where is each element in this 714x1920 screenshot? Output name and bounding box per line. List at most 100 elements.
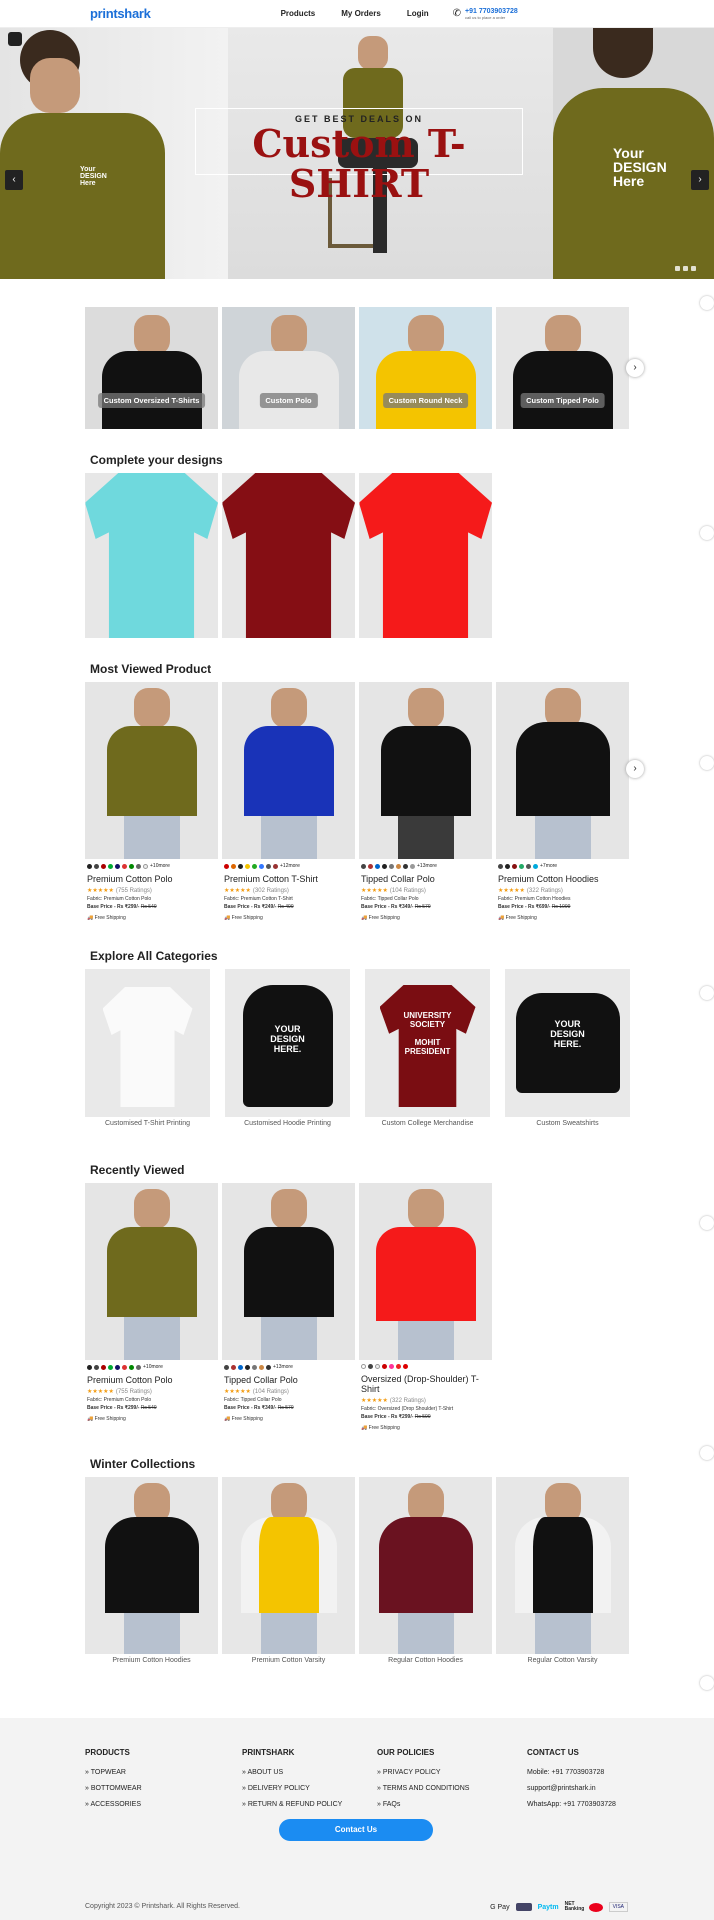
nav-links: Products My Orders Login: [281, 9, 429, 18]
hero-prev-button[interactable]: ‹: [5, 170, 23, 190]
complete-section: Complete your designs: [0, 453, 714, 638]
winter-card[interactable]: Premium Cotton Hoodies: [85, 1477, 218, 1664]
color-swatches[interactable]: +10more: [87, 1364, 216, 1370]
section-title: Explore All Categories: [90, 949, 218, 963]
footer-link[interactable]: » RETURN & REFUND POLICY: [242, 1801, 342, 1808]
category-card[interactable]: Custom Polo: [222, 307, 355, 429]
product-card[interactable]: +7more Premium Cotton Hoodies ★★★★★ (322 …: [496, 682, 629, 921]
mastercard-icon: [588, 1902, 603, 1912]
products-next-button[interactable]: ›: [626, 760, 644, 778]
footer-products: PRODUCTS » TOPWEAR » BOTTOMWEAR » ACCESS…: [85, 1748, 142, 1808]
color-swatches[interactable]: +10more: [87, 863, 216, 869]
product-card[interactable]: +13more Tipped Collar Polo ★★★★★ (104 Rat…: [222, 1183, 355, 1431]
footer-contact-item[interactable]: WhatsApp: +91 7703903728: [527, 1801, 616, 1808]
hero-toggle-icon[interactable]: [8, 32, 22, 46]
product-card[interactable]: +10more Premium Cotton Polo ★★★★★ (755 Ra…: [85, 1183, 218, 1431]
fabric: Fabric: Tipped Collar Polo: [224, 1397, 282, 1403]
hero-banner: Your DESIGN Here Your DESIGN Here GET BEST D…: [0, 28, 714, 279]
color-swatches[interactable]: +13more: [224, 1364, 353, 1370]
product-card[interactable]: +12more Premium Cotton T-Shirt ★★★★★ (302…: [222, 682, 355, 921]
explore-label: Customised T-Shirt Printing: [104, 1120, 191, 1127]
price: Base Price - Rs ₹299/- Rs 549: [87, 904, 157, 910]
product-image: [85, 682, 218, 859]
recent-section: Recently Viewed +10more Premium Cotton P…: [0, 1163, 714, 1431]
winter-card[interactable]: Premium Cotton Varsity: [222, 1477, 355, 1664]
color-swatches[interactable]: +13more: [361, 863, 490, 869]
explore-card[interactable]: YOUR DESIGN HERE. Custom Sweatshirts: [505, 969, 630, 1127]
product-image: [222, 682, 355, 859]
winter-label: Regular Cotton Varsity: [527, 1657, 598, 1664]
product-name[interactable]: Premium Cotton T-Shirt: [224, 874, 353, 884]
product-card[interactable]: +13more Tipped Collar Polo ★★★★★ (104 Rat…: [359, 682, 492, 921]
winter-card[interactable]: Regular Cotton Hoodies: [359, 1477, 492, 1664]
nav-products[interactable]: Products: [281, 9, 316, 18]
category-label: Custom Oversized T-Shirts: [97, 393, 206, 408]
color-swatches[interactable]: +12more: [224, 863, 353, 869]
design-row: [85, 473, 714, 638]
product-name[interactable]: Oversized (Drop-Shoulder) T-Shirt: [361, 1374, 490, 1394]
explore-section: Explore All Categories Customised T-Shir…: [0, 949, 714, 1127]
price: Base Price - Rs ₹349/- Rs 579: [361, 904, 431, 910]
footer-contact-item[interactable]: support@printshark.in: [527, 1785, 616, 1792]
footer-link[interactable]: » ABOUT US: [242, 1769, 342, 1776]
rating: ★★★★★ (755 Ratings): [87, 1389, 152, 1395]
hero-next-button[interactable]: ›: [691, 170, 709, 190]
product-name[interactable]: Tipped Collar Polo: [224, 1375, 353, 1385]
section-title: Complete your designs: [90, 453, 223, 467]
footer: PRODUCTS » TOPWEAR » BOTTOMWEAR » ACCESS…: [0, 1718, 714, 1920]
nav-my-orders[interactable]: My Orders: [341, 9, 381, 18]
strip-next-button[interactable]: ›: [626, 359, 644, 377]
payment-methods: G Pay Paytm NET Banking VISA: [490, 1902, 628, 1912]
footer-link[interactable]: » DELIVERY POLICY: [242, 1785, 342, 1792]
hero-cta-box[interactable]: GET BEST DEALS ON Custom T-SHIRT: [195, 108, 523, 204]
footer-link[interactable]: » ACCESSORIES: [85, 1801, 142, 1808]
product-name[interactable]: Premium Cotton Polo: [87, 1375, 216, 1385]
winter-row: Premium Cotton Hoodies Premium Cotton Va…: [85, 1477, 714, 1664]
footer-link[interactable]: » TERMS AND CONDITIONS: [377, 1785, 469, 1792]
section-title: Recently Viewed: [90, 1163, 185, 1177]
product-image: [85, 1183, 218, 1360]
footer-link[interactable]: » PRIVACY POLICY: [377, 1769, 469, 1776]
gpay-icon: G Pay: [490, 1903, 510, 1911]
rating: ★★★★★ (104 Ratings): [224, 1389, 289, 1395]
product-name[interactable]: Tipped Collar Polo: [361, 874, 490, 884]
product-name[interactable]: Premium Cotton Polo: [87, 874, 216, 884]
section-title: Winter Collections: [90, 1457, 196, 1471]
design-card[interactable]: [359, 473, 492, 638]
product-card[interactable]: +10more Premium Cotton Polo ★★★★★ (755 Ra…: [85, 682, 218, 921]
footer-link[interactable]: » TOPWEAR: [85, 1769, 142, 1776]
product-image: [496, 682, 629, 859]
chat-icon[interactable]: [700, 1676, 714, 1690]
product-name[interactable]: Premium Cotton Hoodies: [498, 874, 627, 884]
category-card[interactable]: Custom Oversized T-Shirts: [85, 307, 218, 429]
winter-card[interactable]: Regular Cotton Varsity: [496, 1477, 629, 1664]
logo[interactable]: printshark: [90, 6, 151, 21]
nav-phone[interactable]: ✆ +91 7703903728 call us to place a orde…: [453, 8, 518, 20]
footer-link[interactable]: » FAQs: [377, 1801, 469, 1808]
color-swatches[interactable]: [361, 1364, 490, 1369]
design-card[interactable]: [85, 473, 218, 638]
chat-icon[interactable]: [700, 1446, 714, 1460]
netbanking-icon: NET Banking: [564, 1901, 585, 1912]
most-viewed-section: Most Viewed Product +10more Premium Cott…: [0, 662, 714, 921]
category-card[interactable]: Custom Round Neck: [359, 307, 492, 429]
category-card[interactable]: Custom Tipped Polo: [496, 307, 629, 429]
footer-contact-item[interactable]: Mobile: +91 7703903728: [527, 1769, 616, 1776]
free-shipping: 🚚 Free Shipping: [87, 915, 126, 921]
card-icon: [515, 1903, 532, 1911]
rating: ★★★★★ (322 Ratings): [361, 1398, 426, 1404]
winter-label: Premium Cotton Varsity: [251, 1657, 326, 1664]
hero-model-left: Your DESIGN Here: [0, 28, 228, 279]
design-card[interactable]: [222, 473, 355, 638]
color-swatches[interactable]: +7more: [498, 863, 627, 869]
hero-dots[interactable]: [675, 266, 696, 271]
footer-link[interactable]: » BOTTOMWEAR: [85, 1785, 142, 1792]
product-card[interactable]: Oversized (Drop-Shoulder) T-Shirt ★★★★★(…: [359, 1183, 492, 1431]
rating: ★★★★★ (302 Ratings): [224, 888, 289, 894]
explore-card[interactable]: YOUR DESIGN HERE. Customised Hoodie Printi…: [225, 969, 350, 1127]
price: Base Price - Rs ₹699/- Rs 1099: [498, 904, 571, 910]
explore-card[interactable]: Customised T-Shirt Printing: [85, 969, 210, 1127]
nav-login[interactable]: Login: [407, 9, 429, 18]
contact-us-button[interactable]: Contact Us: [279, 1819, 433, 1841]
explore-card[interactable]: UNIVERSITY SOCIETY MOHIT PRESIDENT Custom C…: [365, 969, 490, 1127]
